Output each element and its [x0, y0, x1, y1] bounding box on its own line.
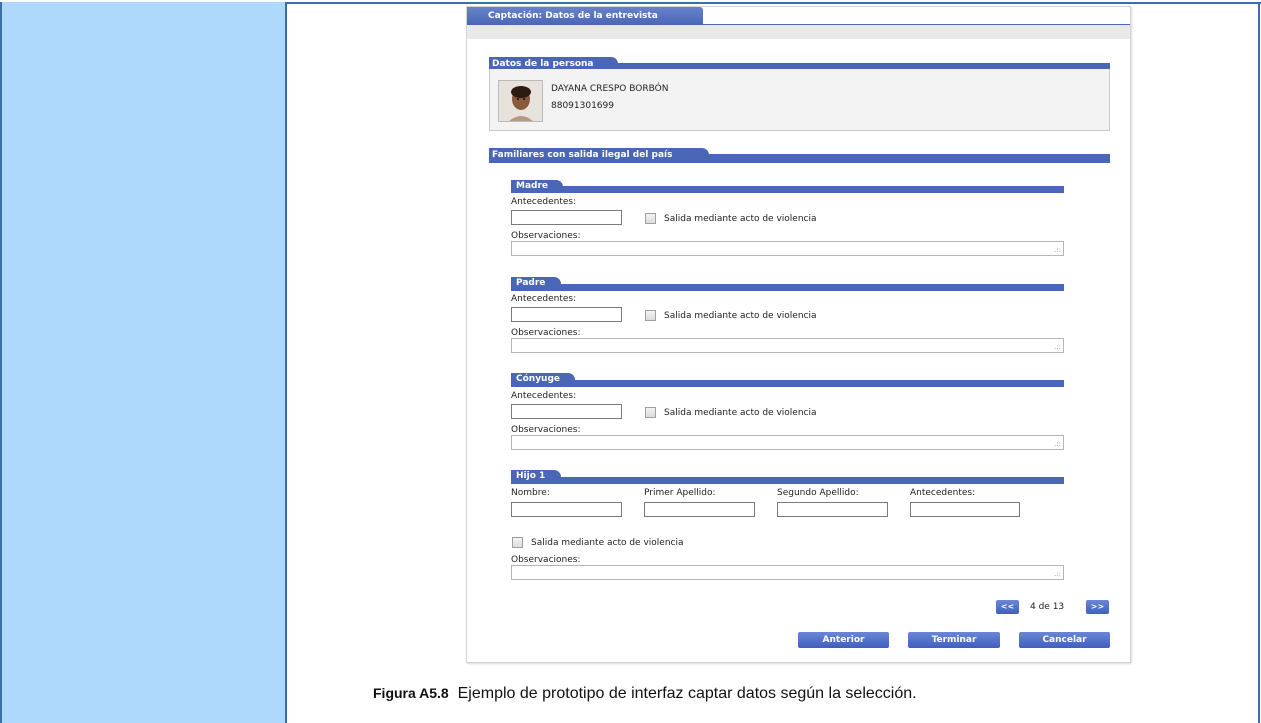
padre-antecedentes-input[interactable] — [511, 307, 622, 322]
terminar-button[interactable]: Terminar — [908, 632, 1000, 648]
hijo1-section-bar — [511, 477, 1064, 484]
madre-observaciones-textarea[interactable]: .:: — [511, 241, 1064, 256]
madre-section-title: Madre — [511, 180, 563, 193]
hijo1-antecedentes-input[interactable] — [910, 502, 1020, 517]
cancelar-button[interactable]: Cancelar — [1019, 632, 1110, 648]
madre-antecedentes-input[interactable] — [511, 210, 622, 225]
hijo1-segundo-apellido-label: Segundo Apellido: — [777, 488, 859, 498]
resize-grip-icon[interactable]: .:: — [1054, 441, 1061, 448]
person-photo-image — [499, 81, 542, 121]
person-id-number: 88091301699 — [551, 101, 614, 111]
hijo1-observaciones-textarea[interactable]: .:: — [511, 565, 1064, 580]
hijo1-observaciones-label: Observaciones: — [511, 555, 581, 565]
padre-section-bar — [511, 284, 1064, 291]
conyuge-violence-checkbox[interactable] — [645, 407, 656, 418]
padre-section-title: Padre — [511, 277, 561, 290]
conyuge-section-bar — [511, 380, 1064, 387]
person-card — [489, 69, 1110, 131]
tab-captacion[interactable]: Captación: Datos de la entrevista — [467, 7, 703, 25]
hijo1-violence-label: Salida mediante acto de violencia — [531, 538, 684, 548]
hijo1-primer-apellido-input[interactable] — [644, 502, 755, 517]
madre-section-bar — [511, 186, 1064, 193]
madre-violence-label: Salida mediante acto de violencia — [664, 214, 817, 224]
resize-grip-icon[interactable]: .:: — [1054, 571, 1061, 578]
figure-caption-text: Ejemplo de prototipo de interfaz captar … — [457, 685, 917, 702]
hijo1-segundo-apellido-input[interactable] — [777, 502, 888, 517]
hijo1-violence-checkbox[interactable] — [512, 537, 523, 548]
conyuge-antecedentes-label: Antecedentes: — [511, 391, 577, 401]
left-sidebar-panel — [0, 2, 287, 723]
hijo1-primer-apellido-label: Primer Apellido: — [644, 488, 716, 498]
resize-grip-icon[interactable]: .:: — [1054, 344, 1061, 351]
prev-page-button[interactable]: << — [996, 600, 1019, 614]
conyuge-observaciones-label: Observaciones: — [511, 425, 581, 435]
page-status: 4 de 13 — [1030, 602, 1065, 612]
tab-strip: Captación: Datos de la entrevista — [467, 7, 1130, 25]
resize-grip-icon[interactable]: .:: — [1054, 247, 1061, 254]
hijo1-nombre-label: Nombre: — [511, 488, 550, 498]
madre-violence-checkbox[interactable] — [645, 213, 656, 224]
padre-violence-label: Salida mediante acto de violencia — [664, 311, 817, 321]
conyuge-section-title: Cónyuge — [511, 373, 575, 386]
person-name: DAYANA CRESPO BORBÓN — [551, 84, 669, 94]
conyuge-antecedentes-input[interactable] — [511, 404, 622, 419]
madre-antecedentes-label: Antecedentes: — [511, 197, 577, 207]
padre-observaciones-label: Observaciones: — [511, 328, 581, 338]
hijo1-section-title: Hijo 1 — [511, 470, 561, 483]
tab-subheader — [467, 25, 1130, 39]
relatives-section-title: Familiares con salida ilegal del país — [489, 148, 709, 162]
figure-caption-label: Figura A5.8 — [373, 685, 449, 701]
hijo1-nombre-input[interactable] — [511, 502, 622, 517]
padre-observaciones-textarea[interactable]: .:: — [511, 338, 1064, 353]
padre-violence-checkbox[interactable] — [645, 310, 656, 321]
figure-caption: Figura A5.8 Ejemplo de prototipo de inte… — [373, 685, 917, 703]
conyuge-observaciones-textarea[interactable]: .:: — [511, 435, 1064, 450]
madre-observaciones-label: Observaciones: — [511, 231, 581, 241]
next-page-button[interactable]: >> — [1086, 600, 1109, 614]
hijo1-antecedentes-label: Antecedentes: — [910, 488, 976, 498]
anterior-button[interactable]: Anterior — [798, 632, 889, 648]
person-photo — [498, 80, 543, 122]
page-frame-right-border — [1258, 2, 1260, 723]
padre-antecedentes-label: Antecedentes: — [511, 294, 577, 304]
conyuge-violence-label: Salida mediante acto de violencia — [664, 408, 817, 418]
